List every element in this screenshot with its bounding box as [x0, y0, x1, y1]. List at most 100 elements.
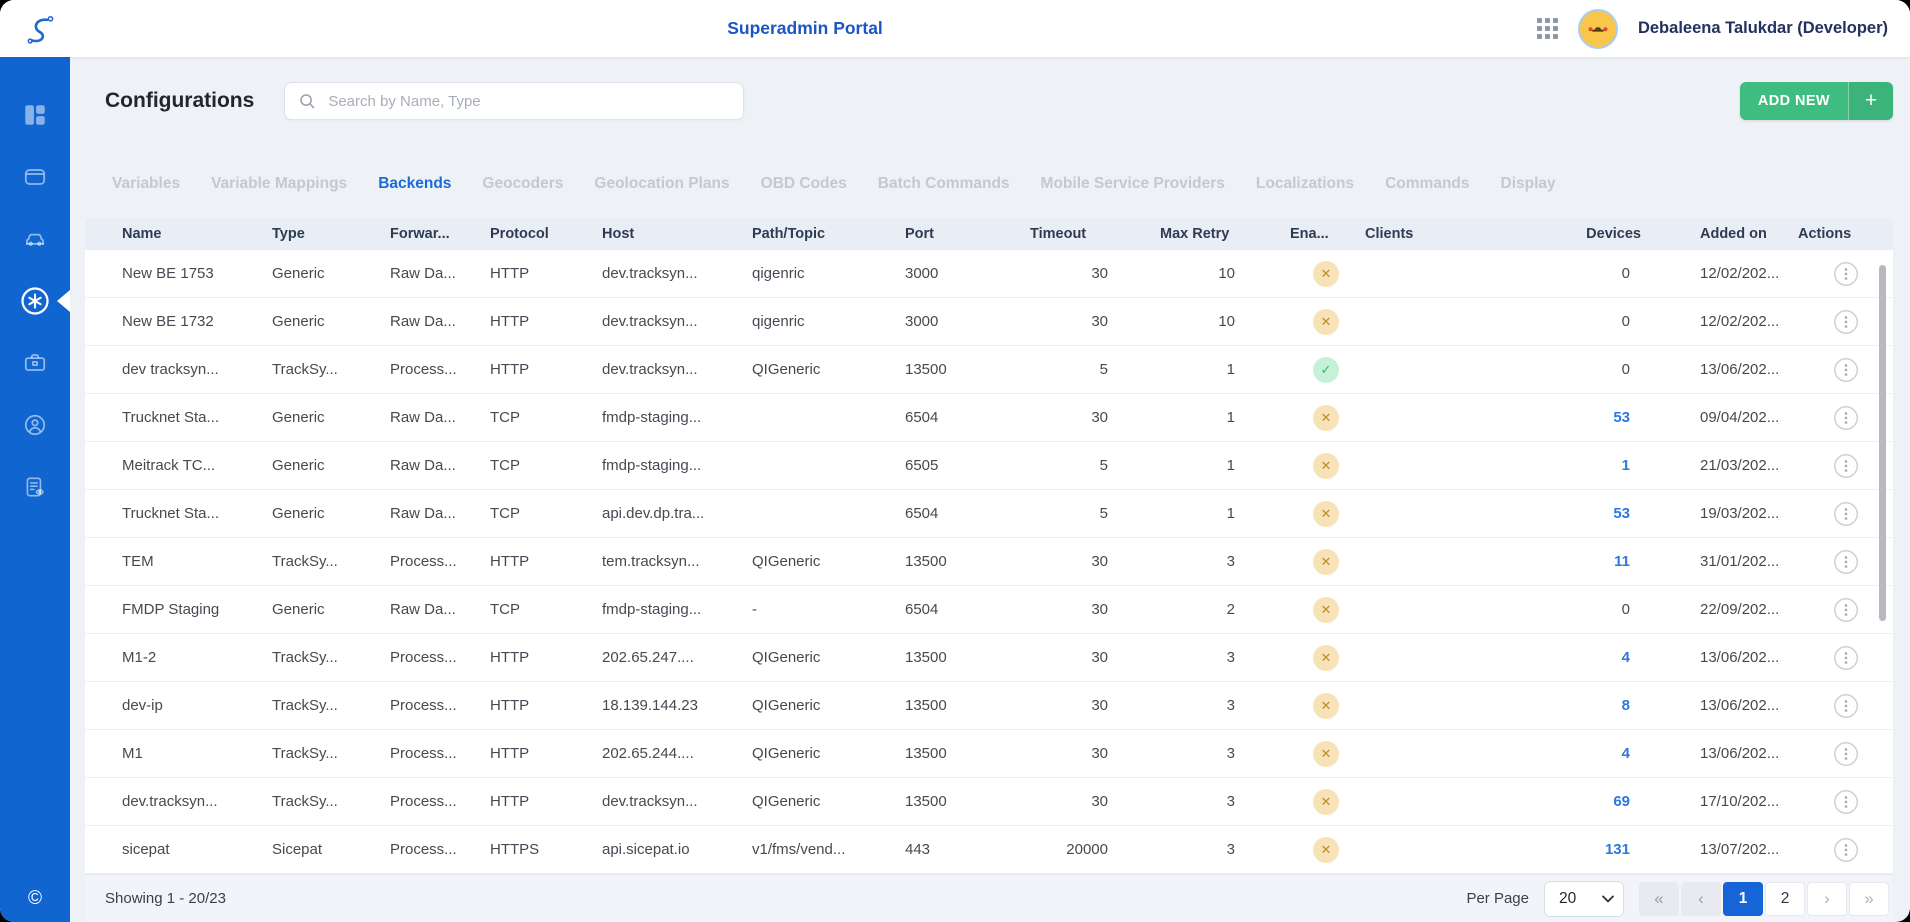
table-row: Trucknet Sta...GenericRaw Da...TCPapi.de… [85, 490, 1893, 538]
sidebar-item-toolbox[interactable] [0, 349, 70, 377]
tab-localizations[interactable]: Localizations [1256, 175, 1354, 193]
disabled-cross-icon: ✕ [1313, 405, 1339, 431]
search-input[interactable] [326, 92, 731, 111]
cell-devices: 0 [1560, 601, 1650, 618]
row-actions-menu-icon[interactable] [1833, 645, 1859, 671]
table-row: New BE 1732GenericRaw Da...HTTPdev.track… [85, 298, 1893, 346]
per-page-select[interactable]: 20 [1545, 882, 1623, 916]
cell-path: QIGeneric [752, 649, 905, 666]
first-page-button[interactable]: « [1639, 882, 1679, 916]
sidebar: © [0, 57, 70, 922]
cell-forwarding: Process... [390, 793, 490, 810]
sidebar-item-vehicles[interactable] [0, 225, 70, 253]
cell-enabled: ✕ [1290, 453, 1365, 479]
cell-max-retry: 3 [1160, 841, 1290, 858]
disabled-cross-icon: ✕ [1313, 789, 1339, 815]
cell-max-retry: 2 [1160, 601, 1290, 618]
add-new-button[interactable]: ADD NEW + [1740, 82, 1893, 120]
cell-protocol: HTTPS [490, 841, 602, 858]
tab-variables[interactable]: Variables [112, 175, 180, 193]
row-actions-menu-icon[interactable] [1833, 741, 1859, 767]
row-actions-menu-icon[interactable] [1833, 693, 1859, 719]
row-actions-menu-icon[interactable] [1833, 837, 1859, 863]
cell-port: 13500 [905, 697, 1030, 714]
user-avatar[interactable] [1578, 9, 1618, 49]
tab-variable-mappings[interactable]: Variable Mappings [211, 175, 347, 193]
cell-devices: 0 [1560, 265, 1650, 282]
app-logo[interactable] [22, 10, 60, 48]
row-actions-menu-icon[interactable] [1833, 261, 1859, 287]
copyright-icon: © [28, 888, 42, 910]
prev-page-button[interactable]: ‹ [1681, 882, 1721, 916]
devices-count-link[interactable]: 1 [1622, 457, 1630, 474]
cell-timeout: 30 [1030, 409, 1160, 426]
devices-count-link[interactable]: 69 [1613, 793, 1630, 810]
next-page-button[interactable]: › [1807, 882, 1847, 916]
dashboard-icon [22, 102, 48, 128]
tab-geolocation-plans[interactable]: Geolocation Plans [594, 175, 729, 193]
cell-timeout: 30 [1030, 793, 1160, 810]
column-header-clients: Clients [1365, 226, 1560, 242]
cell-actions [1798, 645, 1893, 671]
row-actions-menu-icon[interactable] [1833, 405, 1859, 431]
user-name[interactable]: Debaleena Talukdar (Developer) [1638, 19, 1888, 38]
tab-backends[interactable]: Backends [378, 175, 451, 193]
sidebar-item-configurations[interactable] [0, 287, 70, 315]
tab-display[interactable]: Display [1501, 175, 1556, 193]
pagination: «‹12›» [1639, 882, 1889, 916]
apps-grid-icon[interactable] [1537, 18, 1558, 39]
row-actions-menu-icon[interactable] [1833, 453, 1859, 479]
cell-host: dev.tracksyn... [602, 313, 752, 330]
cell-type: TrackSy... [272, 745, 390, 762]
row-actions-menu-icon[interactable] [1833, 789, 1859, 815]
disabled-cross-icon: ✕ [1313, 261, 1339, 287]
cell-devices: 131 [1560, 841, 1650, 858]
cell-added-on: 12/02/202... [1650, 313, 1798, 330]
devices-count-link[interactable]: 8 [1622, 697, 1630, 714]
cell-path: QIGeneric [752, 553, 905, 570]
cell-type: TrackSy... [272, 697, 390, 714]
plus-icon: + [1848, 82, 1893, 120]
sidebar-item-reports[interactable] [0, 473, 70, 501]
row-actions-menu-icon[interactable] [1833, 309, 1859, 335]
devices-count-link[interactable]: 4 [1622, 745, 1630, 762]
cell-name: M1-2 [122, 649, 272, 666]
cell-max-retry: 3 [1160, 745, 1290, 762]
cell-host: dev.tracksyn... [602, 793, 752, 810]
page-button-2[interactable]: 2 [1765, 882, 1805, 916]
last-page-button[interactable]: » [1849, 882, 1889, 916]
cell-protocol: HTTP [490, 313, 602, 330]
row-actions-menu-icon[interactable] [1833, 597, 1859, 623]
table-row: M1-2TrackSy...Process...HTTP202.65.247..… [85, 634, 1893, 682]
devices-count-link[interactable]: 53 [1613, 505, 1630, 522]
row-actions-menu-icon[interactable] [1833, 549, 1859, 575]
column-header-ena: Ena... [1290, 226, 1365, 242]
page-button-1[interactable]: 1 [1723, 882, 1763, 916]
cell-max-retry: 1 [1160, 409, 1290, 426]
table-scrollbar[interactable] [1879, 265, 1886, 621]
sidebar-item-cards[interactable] [0, 163, 70, 191]
tab-obd-codes[interactable]: OBD Codes [761, 175, 847, 193]
row-actions-menu-icon[interactable] [1833, 357, 1859, 383]
sidebar-item-accounts[interactable] [0, 411, 70, 439]
column-header-path-topic: Path/Topic [752, 226, 905, 242]
cell-enabled: ✕ [1290, 501, 1365, 527]
disabled-cross-icon: ✕ [1313, 693, 1339, 719]
sidebar-item-dashboard[interactable] [0, 101, 70, 129]
cell-host: fmdp-staging... [602, 457, 752, 474]
cell-added-on: 09/04/202... [1650, 409, 1798, 426]
devices-count-link[interactable]: 11 [1614, 553, 1630, 570]
column-header-actions: Actions [1798, 226, 1893, 242]
tab-geocoders[interactable]: Geocoders [482, 175, 563, 193]
cell-enabled: ✕ [1290, 693, 1365, 719]
cell-path: qigenric [752, 313, 905, 330]
devices-count-link[interactable]: 4 [1622, 649, 1630, 666]
tab-batch-commands[interactable]: Batch Commands [878, 175, 1010, 193]
devices-count-link[interactable]: 53 [1613, 409, 1630, 426]
tab-mobile-service-providers[interactable]: Mobile Service Providers [1041, 175, 1225, 193]
row-actions-menu-icon[interactable] [1833, 501, 1859, 527]
devices-count-link[interactable]: 131 [1605, 841, 1630, 858]
tab-commands[interactable]: Commands [1385, 175, 1469, 193]
column-header-timeout: Timeout [1030, 226, 1160, 242]
cell-actions [1798, 693, 1893, 719]
